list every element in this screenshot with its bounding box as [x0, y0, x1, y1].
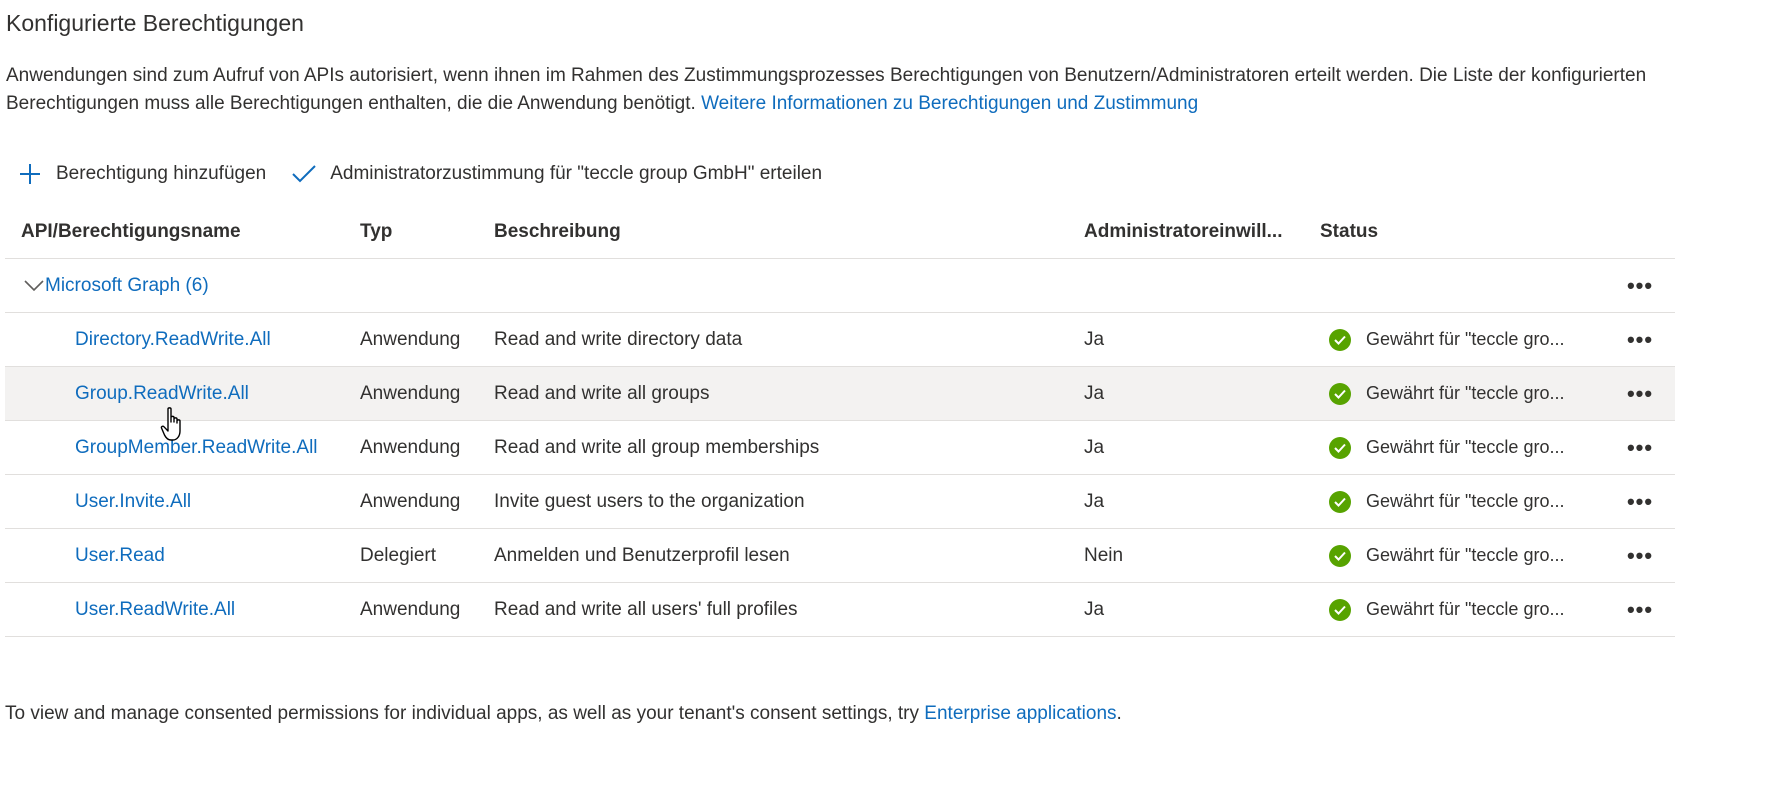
status-text: Gewährt für "teccle gro... — [1366, 329, 1565, 349]
status-text: Gewährt für "teccle gro... — [1366, 545, 1565, 565]
row-more-button[interactable]: ••• — [1605, 312, 1675, 367]
chevron-down-icon[interactable] — [23, 275, 45, 297]
permission-type: Anwendung — [360, 420, 494, 475]
admin-consent-required: Nein — [1084, 528, 1320, 583]
permission-type: Anwendung — [360, 474, 494, 529]
table-header-row: API/Berechtigungsname Typ Beschreibung A… — [5, 206, 1675, 259]
permission-name-link[interactable]: User.Invite.All — [75, 491, 191, 512]
add-permission-button[interactable]: Berechtigung hinzufügen — [16, 160, 266, 188]
grant-admin-consent-label: Administratorzustimmung für "teccle grou… — [330, 163, 823, 184]
footer-end: . — [1116, 703, 1122, 724]
footer-note: To view and manage consented permissions… — [5, 703, 1122, 725]
enterprise-applications-link[interactable]: Enterprise applications — [924, 703, 1116, 724]
permission-type: Anwendung — [360, 312, 494, 367]
row-more-button[interactable]: ••• — [1605, 420, 1675, 475]
permissions-table: API/Berechtigungsname Typ Beschreibung A… — [5, 206, 1675, 637]
permission-name-link[interactable]: User.Read — [75, 545, 165, 566]
success-check-icon — [1329, 544, 1351, 567]
status-text: Gewährt für "teccle gro... — [1366, 437, 1565, 457]
admin-consent-required: Ja — [1084, 366, 1320, 421]
permission-name-link[interactable]: GroupMember.ReadWrite.All — [75, 437, 318, 458]
column-header-api-name[interactable]: API/Berechtigungsname — [5, 206, 360, 259]
row-more-button[interactable]: ••• — [1605, 474, 1675, 529]
permission-description: Anmelden und Benutzerprofil lesen — [494, 528, 1084, 583]
group-row-microsoft-graph: Microsoft Graph (6) ••• — [5, 258, 1675, 313]
permission-description: Invite guest users to the organization — [494, 474, 1084, 529]
add-permission-label: Berechtigung hinzufügen — [56, 163, 267, 184]
permission-name-link[interactable]: Group.ReadWrite.All — [75, 383, 249, 404]
column-header-type[interactable]: Typ — [360, 206, 494, 259]
status-text: Gewährt für "teccle gro... — [1366, 383, 1565, 403]
permission-type: Anwendung — [360, 366, 494, 421]
table-row: GroupMember.ReadWrite.All Anwendung Read… — [5, 420, 1675, 475]
page-title: Konfigurierte Berechtigungen — [6, 10, 304, 36]
row-more-button[interactable]: ••• — [1605, 528, 1675, 583]
status-text: Gewährt für "teccle gro... — [1366, 491, 1565, 511]
toolbar: Berechtigung hinzufügen Administratorzus… — [16, 156, 846, 192]
column-header-actions — [1605, 206, 1675, 259]
admin-consent-required: Ja — [1084, 474, 1320, 529]
configured-permissions-page: Konfigurierte Berechtigungen Anwendungen… — [0, 0, 1767, 805]
permission-description: Read and write all group memberships — [494, 420, 1084, 475]
admin-consent-required: Ja — [1084, 312, 1320, 367]
success-check-icon — [1329, 598, 1351, 621]
admin-consent-required: Ja — [1084, 420, 1320, 475]
admin-consent-required: Ja — [1084, 582, 1320, 637]
column-header-admin-consent[interactable]: Administratoreinwill... — [1084, 206, 1320, 259]
table-row: Directory.ReadWrite.All Anwendung Read a… — [5, 312, 1675, 367]
status-text: Gewährt für "teccle gro... — [1366, 599, 1565, 619]
footer-text: To view and manage consented permissions… — [5, 703, 920, 724]
permission-type: Anwendung — [360, 582, 494, 637]
learn-more-link[interactable]: Weitere Informationen zu Berechtigungen … — [701, 93, 1198, 114]
column-header-description[interactable]: Beschreibung — [494, 206, 1084, 259]
row-more-button[interactable]: ••• — [1605, 582, 1675, 637]
success-check-icon — [1329, 490, 1351, 513]
table-row: User.ReadWrite.All Anwendung Read and wr… — [5, 582, 1675, 637]
permission-description: Read and write all groups — [494, 366, 1084, 421]
checkmark-icon — [290, 160, 318, 188]
success-check-icon — [1329, 436, 1351, 459]
intro-paragraph: Anwendungen sind zum Aufruf von APIs aut… — [6, 62, 1666, 118]
grant-admin-consent-button[interactable]: Administratorzustimmung für "teccle grou… — [290, 160, 822, 188]
hand-pointer-cursor-icon — [160, 407, 181, 441]
permission-name-link[interactable]: Directory.ReadWrite.All — [75, 329, 271, 350]
permission-name-link[interactable]: User.ReadWrite.All — [75, 599, 235, 620]
group-more-button[interactable]: ••• — [1605, 258, 1675, 313]
group-label-microsoft-graph[interactable]: Microsoft Graph (6) — [45, 275, 209, 297]
permission-description: Read and write all users' full profiles — [494, 582, 1084, 637]
table-row: User.Read Delegiert Anmelden und Benutze… — [5, 528, 1675, 583]
success-check-icon — [1329, 382, 1351, 405]
table-row: User.Invite.All Anwendung Invite guest u… — [5, 474, 1675, 529]
success-check-icon — [1329, 328, 1351, 351]
permission-description: Read and write directory data — [494, 312, 1084, 367]
table-row: Group.ReadWrite.All Anwendung Read and w… — [5, 366, 1675, 421]
plus-icon — [16, 160, 44, 188]
column-header-status[interactable]: Status — [1320, 206, 1605, 259]
permission-type: Delegiert — [360, 528, 494, 583]
row-more-button[interactable]: ••• — [1605, 366, 1675, 421]
